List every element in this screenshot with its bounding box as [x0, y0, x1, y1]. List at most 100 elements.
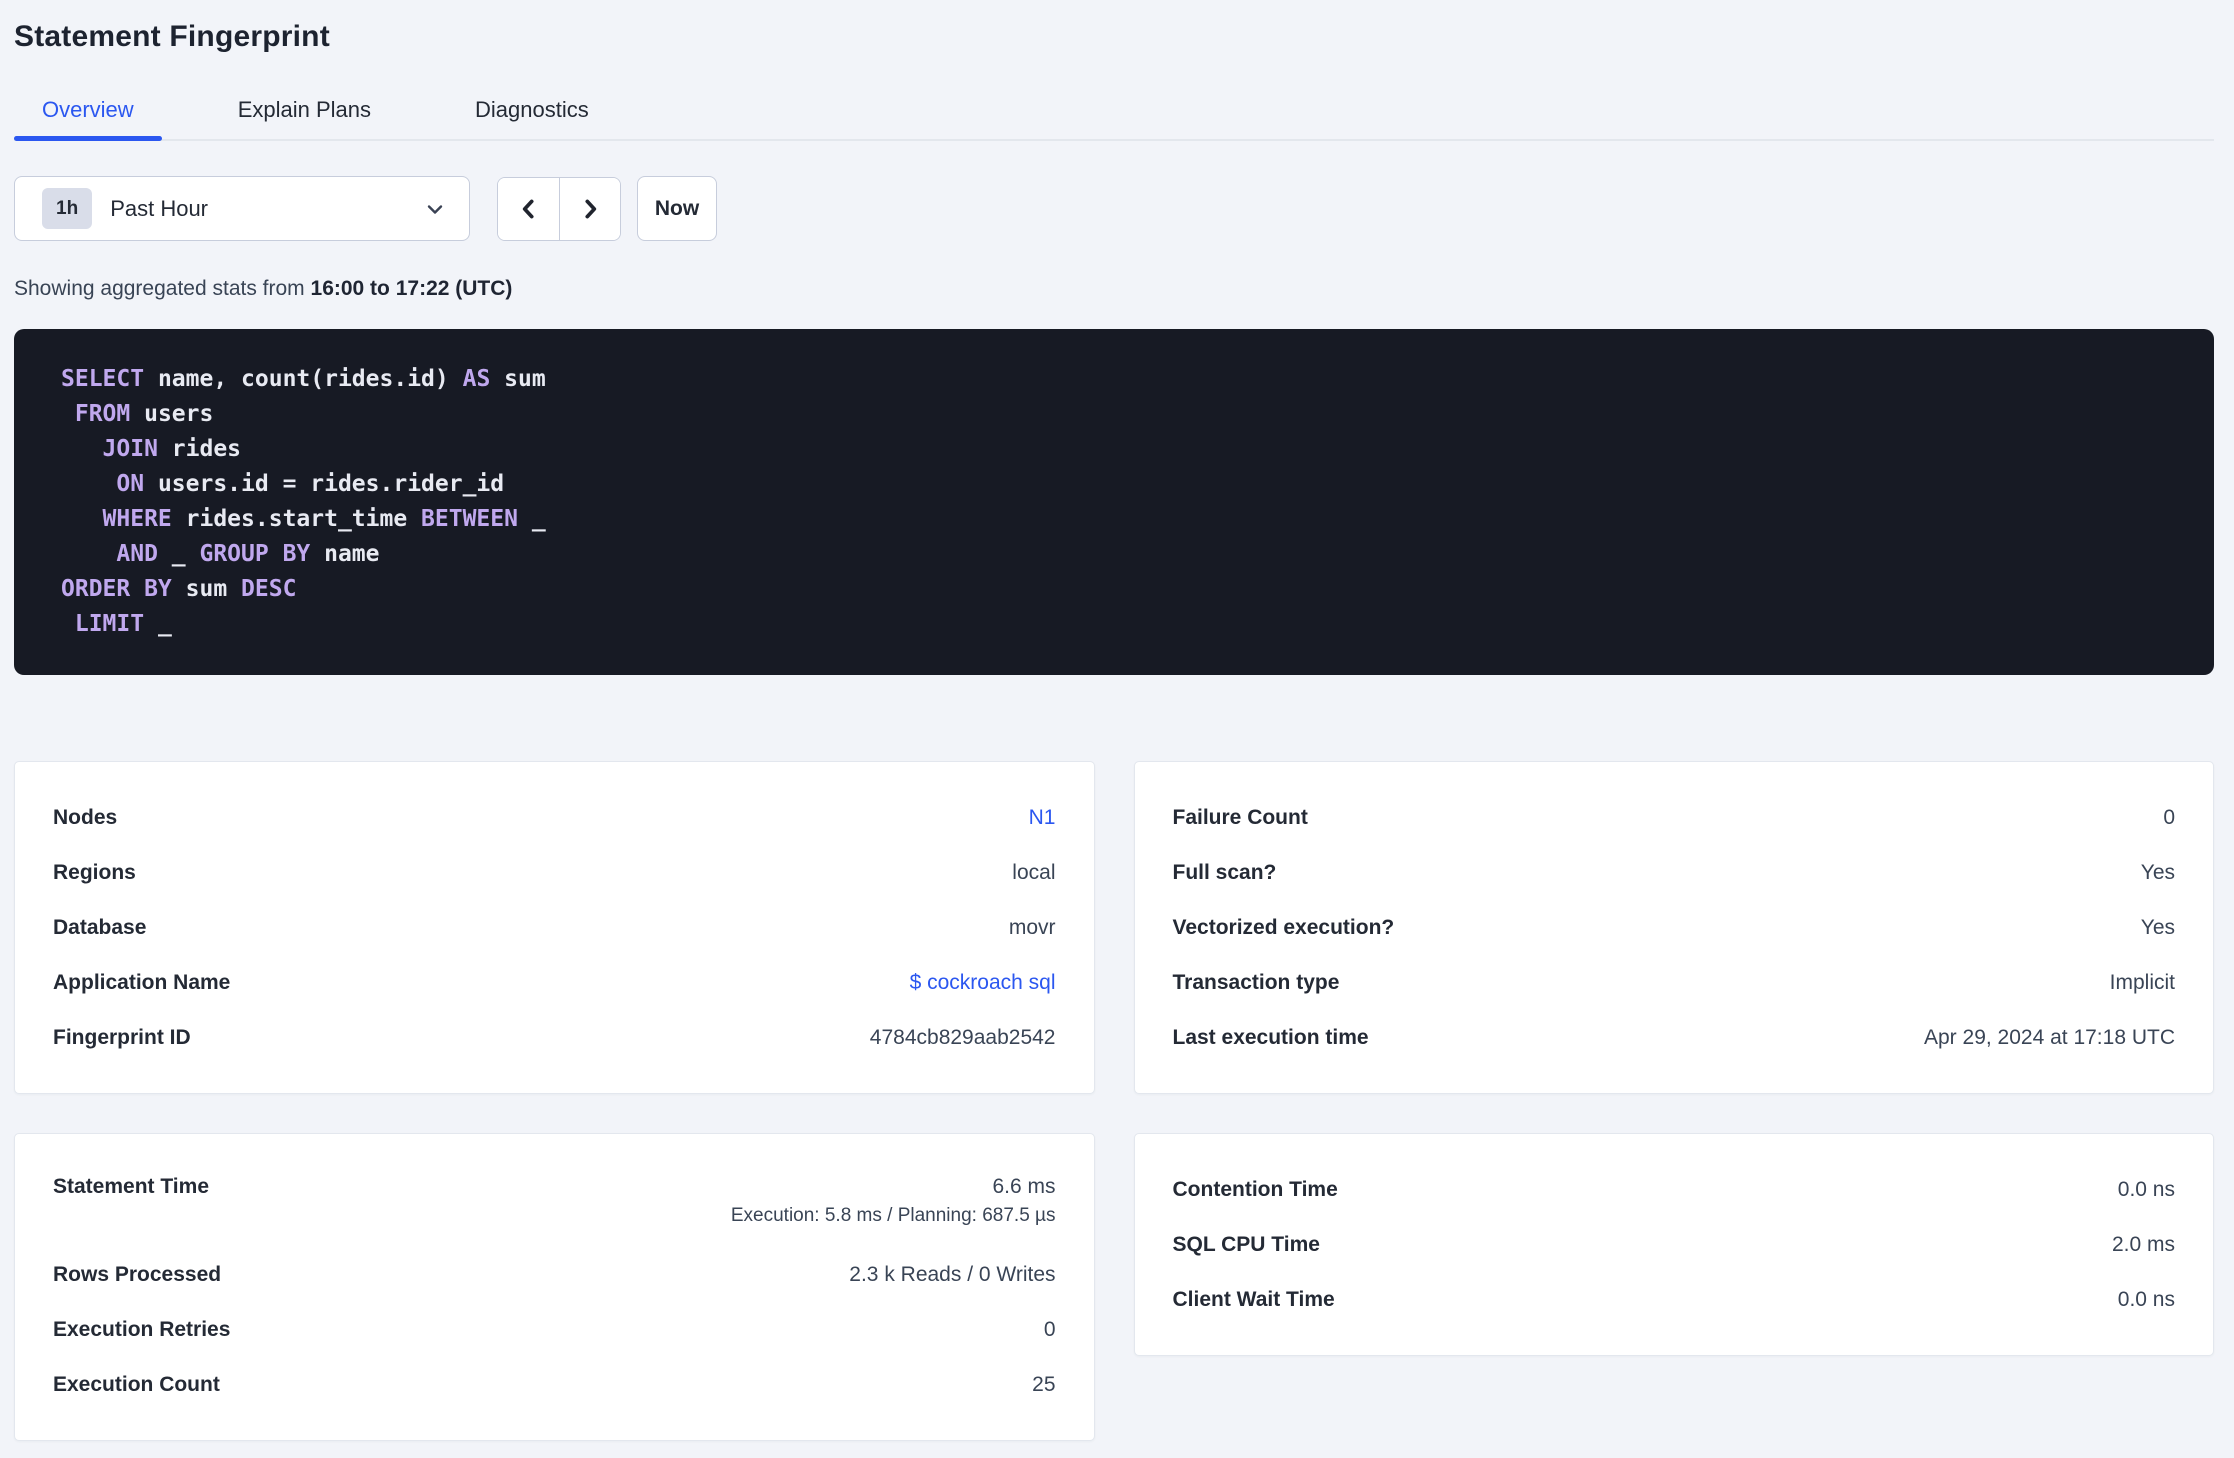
row-label: Fingerprint ID: [53, 1025, 191, 1049]
row-value-cell: 2.3 k Reads / 0 Writes: [849, 1263, 1055, 1287]
sql-line: ORDER BY sum DESC: [61, 572, 2167, 607]
row-label: Vectorized execution?: [1172, 915, 1395, 939]
statement-times-card: Statement Time 6.6 ms Execution: 5.8 ms / …: [14, 1133, 1095, 1441]
sql-text: sum: [490, 366, 546, 392]
tab-bar: Overview Explain Plans Diagnostics: [14, 96, 2214, 141]
row-value-link[interactable]: N1: [1029, 806, 1056, 829]
tab-diagnostics[interactable]: Diagnostics: [447, 96, 617, 139]
card-row: Rows Processed 2.3 k Reads / 0 Writes: [53, 1247, 1056, 1302]
row-label: Statement Time: [53, 1175, 209, 1198]
row-label: Execution Retries: [53, 1317, 231, 1341]
row-value: local: [1012, 860, 1056, 884]
row-label: SQL CPU Time: [1172, 1232, 1320, 1256]
row-value-cell: local: [1012, 861, 1055, 885]
row-value: 2.3 k Reads / 0 Writes: [849, 1262, 1056, 1286]
card-row: Regions local: [53, 845, 1056, 900]
sql-line: JOIN rides: [61, 432, 2167, 467]
card-row: Nodes N1: [53, 790, 1056, 845]
time-toolbar: 1h Past Hour Now: [14, 176, 2214, 241]
tab-explain-plans[interactable]: Explain Plans: [210, 96, 399, 139]
card-row: SQL CPU Time 2.0 ms: [1173, 1217, 2176, 1272]
row-subvalue: Execution: 5.8 ms / Planning: 687.5 µs: [730, 1205, 1056, 1226]
card-row: Client Wait Time 0.0 ns: [1173, 1272, 2176, 1327]
sql-keyword: ON: [116, 471, 145, 497]
row-label: Last execution time: [1172, 1025, 1369, 1049]
row-value-cell: 0.0 ns: [2118, 1288, 2175, 1312]
row-value: 0: [2163, 805, 2175, 829]
aggregated-stats-caption: Showing aggregated stats from 16:00 to 1…: [14, 277, 2214, 301]
card-row: Fingerprint ID 4784cb829aab2542: [53, 1010, 1056, 1065]
sql-keyword: JOIN: [102, 436, 158, 462]
sql-keyword: ORDER BY: [61, 576, 172, 602]
row-value-cell: Yes: [2141, 861, 2175, 885]
time-prev-button[interactable]: [498, 177, 559, 240]
card-row: Contention Time 0.0 ns: [1173, 1162, 2176, 1217]
row-value-cell: 25: [1032, 1373, 1055, 1397]
sql-keyword: DESC: [241, 576, 297, 602]
card-row: Execution Retries 0: [53, 1302, 1056, 1357]
time-range-label: Past Hour: [110, 195, 209, 221]
row-label: Application Name: [53, 970, 231, 994]
row-label: Failure Count: [1172, 805, 1308, 829]
sql-keyword: SELECT: [61, 366, 145, 392]
row-label: Execution Count: [53, 1372, 220, 1396]
sql-text: name: [310, 541, 380, 567]
wait-times-card: Contention Time 0.0 ns SQL CPU Time 2.0 ms C…: [1133, 1133, 2214, 1356]
sql-text: users: [130, 401, 214, 427]
time-range-select[interactable]: 1h Past Hour: [14, 176, 470, 241]
row-label: Contention Time: [1172, 1177, 1338, 1201]
row-value: 0.0 ns: [2117, 1177, 2175, 1201]
sql-keyword: WHERE: [102, 506, 172, 532]
card-row: Transaction type Implicit: [1173, 955, 2176, 1010]
row-value-cell: 0.0 ns: [2118, 1178, 2175, 1202]
time-next-button[interactable]: [559, 177, 620, 240]
sql-text: sum: [171, 576, 242, 602]
row-value: Implicit: [2109, 970, 2175, 994]
sql-text: users.id = rides.rider_id: [144, 471, 505, 497]
row-value-link[interactable]: $ cockroach sql: [910, 971, 1056, 994]
row-label: Regions: [53, 860, 136, 884]
row-value-cell: movr: [1009, 916, 1056, 940]
row-value-cell: $ cockroach sql: [910, 971, 1056, 995]
row-value-cell: Implicit: [2110, 971, 2175, 995]
sql-line: AND _ GROUP BY name: [61, 537, 2167, 572]
caption-range: 16:00 to 17:22 (UTC): [310, 277, 513, 300]
sql-keyword: LIMIT: [74, 611, 145, 637]
row-value: 25: [1032, 1372, 1056, 1396]
row-label: Transaction type: [1172, 970, 1340, 994]
sql-keyword: BETWEEN: [421, 506, 518, 532]
sql-text: _: [517, 506, 546, 532]
chevron-down-icon: [423, 197, 447, 221]
row-value-cell: Yes: [2141, 916, 2175, 940]
now-button[interactable]: Now: [637, 176, 717, 241]
time-pager: [497, 176, 621, 241]
tab-overview[interactable]: Overview: [14, 96, 162, 141]
sql-line: ON users.id = rides.rider_id: [61, 467, 2167, 502]
row-value: Yes: [2140, 860, 2175, 884]
caption-prefix: Showing aggregated stats from: [14, 277, 305, 300]
sql-statement-box: SELECT name, count(rides.id) AS sum FROM…: [14, 329, 2214, 675]
time-range-badge: 1h: [42, 188, 93, 229]
sql-line: SELECT name, count(rides.id) AS sum: [61, 362, 2167, 397]
card-row: Statement Time 6.6 ms Execution: 5.8 ms / …: [53, 1162, 1056, 1247]
sql-line: WHERE rides.start_time BETWEEN _: [61, 502, 2167, 537]
sql-text: _: [144, 611, 172, 637]
row-label: Database: [53, 915, 147, 939]
row-value: 4784cb829aab2542: [869, 1025, 1056, 1049]
summary-cards: Nodes N1 Regions local Database movr Applicati…: [14, 761, 2214, 1441]
sql-text: rides.start_time: [171, 506, 422, 532]
row-value-cell: 2.0 ms: [2112, 1233, 2175, 1257]
execution-attributes-card: Failure Count 0 Full scan? Yes Vectorized ex…: [1133, 761, 2214, 1094]
sql-keyword: AND: [116, 541, 158, 567]
row-value-cell: 6.6 ms Execution: 5.8 ms / Planning: 687.…: [731, 1175, 1056, 1227]
row-value: 6.6 ms: [992, 1175, 1056, 1198]
sql-text: name, count(rides.id): [144, 366, 463, 392]
sql-text: rides: [157, 436, 242, 462]
card-row: Database movr: [53, 900, 1056, 955]
sql-keyword: FROM: [74, 401, 131, 427]
